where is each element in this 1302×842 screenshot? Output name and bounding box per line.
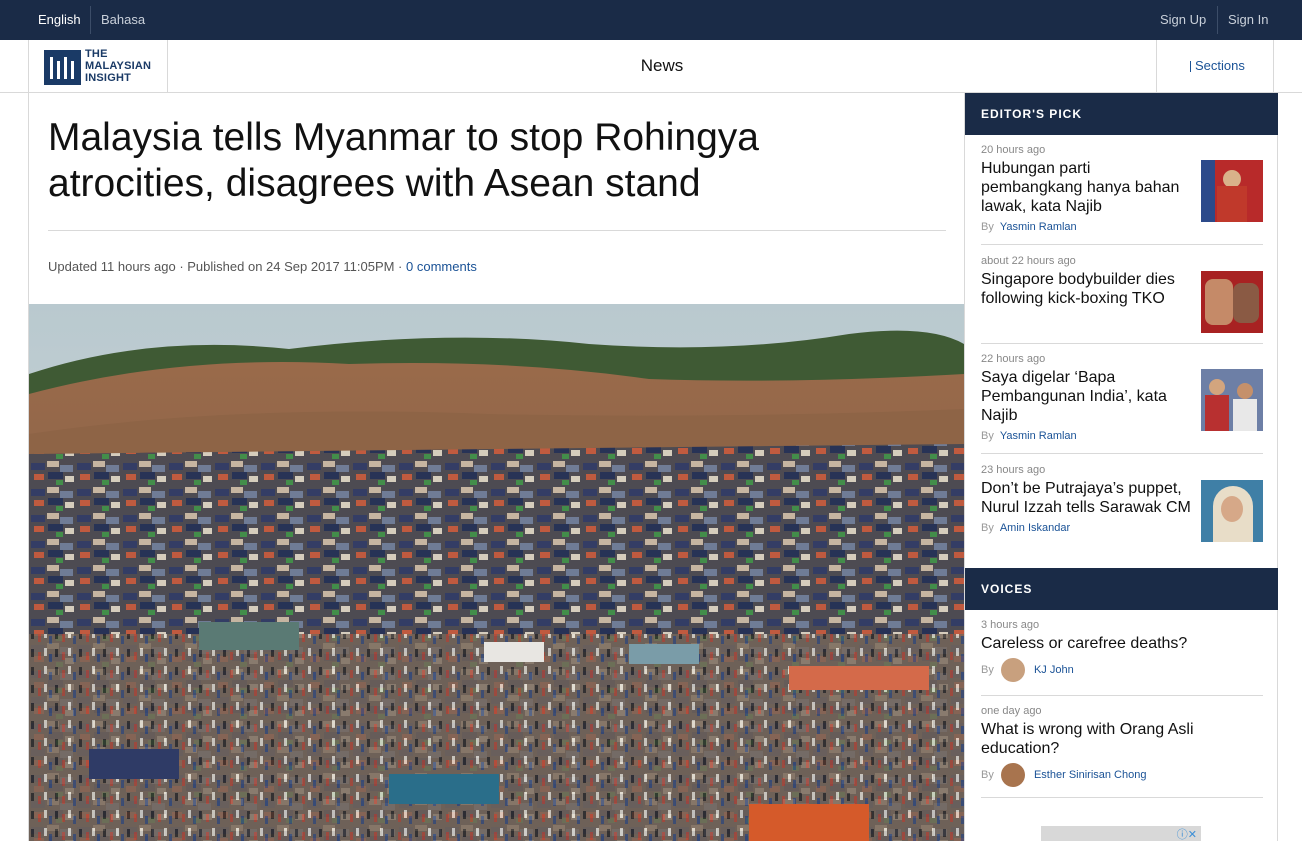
item-title[interactable]: Hubungan parti pembangkang hanya bahan l…: [981, 159, 1191, 216]
editors-pick-item[interactable]: 20 hours ago Hubungan parti pembangkang …: [981, 144, 1263, 245]
author-link[interactable]: KJ John: [1034, 664, 1074, 676]
thumbnail-image[interactable]: [1201, 369, 1263, 431]
language-english-link[interactable]: English: [38, 0, 81, 40]
article-headline: Malaysia tells Myanmar to stop Rohingya …: [48, 116, 759, 205]
sidebar: EDITOR'S PICK 20 hours ago Hubungan part…: [964, 93, 1278, 841]
author-avatar: [1000, 658, 1025, 682]
item-time: 22 hours ago: [981, 353, 1046, 365]
published-time: · Published on 24 Sep 2017 11:05PM ·: [175, 259, 407, 274]
comments-link[interactable]: 0 comments: [406, 259, 477, 274]
advertisement[interactable]: ⓘ✕: [1041, 826, 1201, 841]
item-time: 3 hours ago: [981, 619, 1040, 631]
divider: [1217, 6, 1218, 34]
item-title[interactable]: What is wrong with Orang Asli education?: [981, 720, 1251, 758]
author-link[interactable]: Amin Iskandar: [1000, 522, 1070, 534]
section-title: News: [640, 56, 684, 75]
item-time: 20 hours ago: [981, 144, 1046, 156]
sign-in-link[interactable]: Sign In: [1228, 0, 1268, 40]
top-bar: English Bahasa Sign Up Sign In: [0, 0, 1302, 40]
divider: [90, 6, 91, 34]
ad-choices-icon[interactable]: ⓘ✕: [1177, 826, 1197, 842]
editors-pick-item[interactable]: 23 hours ago Don’t be Putrajaya’s puppet…: [981, 464, 1263, 553]
item-title[interactable]: Careless or carefree deaths?: [981, 634, 1251, 653]
item-byline: By Yasmin Ramlan: [981, 221, 1077, 233]
editors-pick-item[interactable]: 22 hours ago Saya digelar ‘Bapa Pembangu…: [981, 353, 1263, 454]
item-time: about 22 hours ago: [981, 255, 1076, 267]
editors-pick-heading: EDITOR'S PICK: [965, 93, 1278, 135]
voices-heading: VOICES: [965, 568, 1278, 610]
voices-item[interactable]: one day ago What is wrong with Orang Asl…: [981, 705, 1263, 798]
thumbnail-image[interactable]: [1201, 480, 1263, 542]
sign-up-link[interactable]: Sign Up: [1160, 0, 1206, 40]
author-link[interactable]: Yasmin Ramlan: [1000, 221, 1077, 233]
headline-divider: [48, 230, 946, 231]
item-byline: By KJ John: [981, 658, 1263, 682]
voices-item[interactable]: 3 hours ago Careless or carefree deaths?…: [981, 619, 1263, 696]
sections-label: Sections: [1195, 58, 1245, 73]
author-link[interactable]: Esther Sinirisan Chong: [1034, 769, 1147, 781]
item-time: one day ago: [981, 705, 1042, 717]
updated-time: Updated 11 hours ago: [48, 259, 176, 274]
hero-image: [29, 304, 964, 841]
sections-menu-button[interactable]: Sections: [1156, 40, 1274, 92]
item-byline: By Yasmin Ramlan: [981, 430, 1077, 442]
author-link[interactable]: Yasmin Ramlan: [1000, 430, 1077, 442]
editors-pick-item[interactable]: about 22 hours ago Singapore bodybuilder…: [981, 255, 1263, 344]
item-title[interactable]: Saya digelar ‘Bapa Pembangunan India’, k…: [981, 368, 1191, 425]
site-logo[interactable]: THE MALAYSIAN INSIGHT: [28, 40, 168, 92]
author-avatar: [1000, 763, 1025, 787]
sections-divider: [1190, 61, 1191, 72]
logo-mark-icon: [44, 50, 81, 85]
item-title[interactable]: Don’t be Putrajaya’s puppet, Nurul Izzah…: [981, 479, 1191, 517]
thumbnail-image[interactable]: [1201, 160, 1263, 222]
item-time: 23 hours ago: [981, 464, 1046, 476]
language-bahasa-link[interactable]: Bahasa: [101, 0, 145, 40]
thumbnail-image[interactable]: [1201, 271, 1263, 333]
item-title[interactable]: Singapore bodybuilder dies following kic…: [981, 270, 1191, 308]
site-header: THE MALAYSIAN INSIGHT News Sections: [0, 40, 1302, 93]
article-meta: Updated 11 hours ago · Published on 24 S…: [48, 259, 477, 274]
item-byline: By Esther Sinirisan Chong: [981, 763, 1263, 787]
logo-wordmark: THE MALAYSIAN INSIGHT: [85, 48, 152, 84]
article-main: Malaysia tells Myanmar to stop Rohingya …: [28, 93, 964, 841]
